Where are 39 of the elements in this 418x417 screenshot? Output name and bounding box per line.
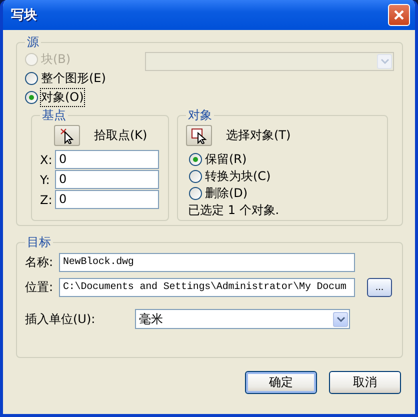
coord-field[interactable]: 0 bbox=[55, 150, 159, 169]
location-field[interactable]: C:\Documents and Settings\Administrator\My Docum bbox=[59, 278, 355, 297]
group-label: 目标 bbox=[26, 234, 52, 251]
close-button[interactable] bbox=[388, 4, 410, 26]
radio-button[interactable] bbox=[25, 72, 38, 84]
select-objects-button[interactable] bbox=[186, 125, 212, 146]
coord-label: X: bbox=[40, 152, 52, 166]
radio-button[interactable] bbox=[25, 90, 38, 104]
radio-button[interactable] bbox=[189, 170, 202, 182]
coord-field[interactable]: 0 bbox=[55, 170, 159, 189]
close-icon bbox=[394, 10, 404, 20]
group-label: 源 bbox=[26, 34, 40, 51]
pick-point-button[interactable] bbox=[54, 125, 80, 146]
selection-status: 已选定 1 个对象. bbox=[188, 202, 280, 219]
name-field[interactable]: NewBlock.dwg bbox=[59, 253, 355, 272]
window-title: 写块 bbox=[11, 7, 37, 24]
select-objects-label: 选择对象(T) bbox=[226, 127, 291, 144]
cancel-button[interactable]: 取消 bbox=[329, 371, 401, 394]
location-label: 位置: bbox=[25, 279, 54, 296]
pick-point-label: 拾取点(K) bbox=[94, 127, 148, 144]
cursor-icon bbox=[59, 128, 75, 144]
radio-label[interactable]: 删除(D) bbox=[205, 184, 248, 202]
ok-button[interactable]: 确定 bbox=[245, 371, 317, 394]
cursor-icon bbox=[191, 128, 207, 144]
name-label: 名称: bbox=[25, 254, 54, 271]
units-label: 插入单位(U): bbox=[25, 310, 96, 328]
radio-label[interactable]: 转换为块(C) bbox=[205, 168, 271, 184]
browse-button[interactable]: ... bbox=[367, 278, 392, 297]
coord-label: Z: bbox=[40, 192, 52, 206]
radio-label[interactable]: 对象(O) bbox=[41, 88, 84, 106]
radio-button[interactable] bbox=[189, 152, 202, 166]
radio-label[interactable]: 整个图形(E) bbox=[41, 70, 106, 86]
group-label: 基点 bbox=[41, 107, 67, 124]
coord-field[interactable]: 0 bbox=[55, 190, 159, 209]
radio-button[interactable] bbox=[189, 186, 202, 200]
units-dropdown[interactable]: 毫米 bbox=[135, 309, 350, 329]
radio-label[interactable]: 保留(R) bbox=[205, 150, 247, 168]
group-label: 对象 bbox=[187, 107, 213, 124]
coord-label: Y: bbox=[40, 172, 51, 186]
